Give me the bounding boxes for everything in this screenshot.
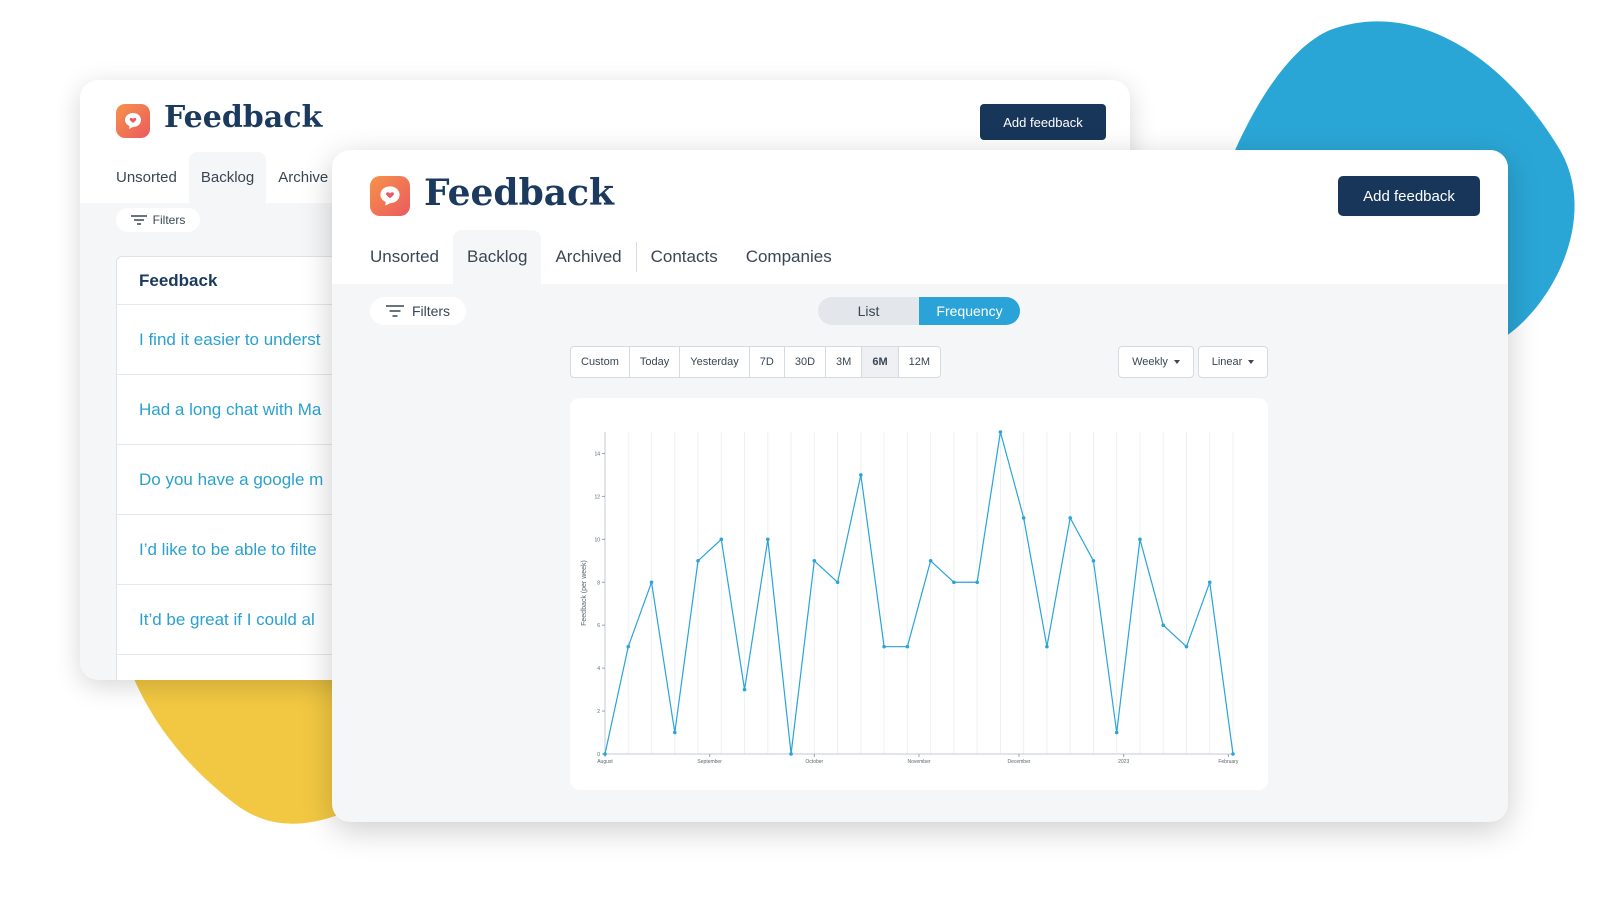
series-line xyxy=(604,431,1234,755)
x-tick-label: October xyxy=(805,759,823,765)
interval-dropdown[interactable]: Weekly xyxy=(1118,346,1194,378)
tab-unsorted[interactable]: Unsorted xyxy=(116,152,189,203)
filters-button[interactable]: Filters xyxy=(116,208,200,232)
x-tick-label: August xyxy=(597,759,613,765)
add-feedback-button[interactable]: Add feedback xyxy=(980,104,1106,140)
range-12m[interactable]: 12M xyxy=(899,347,940,377)
x-tick-label: November xyxy=(907,759,930,765)
feedback-logo-icon xyxy=(116,104,150,138)
range-yesterday[interactable]: Yesterday xyxy=(680,347,750,377)
x-tick-label: September xyxy=(697,759,722,765)
y-tick-label: 12 xyxy=(594,494,600,500)
data-point xyxy=(812,559,817,563)
marketing-stage: Feedback Add feedback Unsorted Backlog A… xyxy=(0,0,1600,900)
range-7d[interactable]: 7D xyxy=(750,347,785,377)
frequency-chart-card: 0 2 4 6 8 10 12 14 August September October Novembe… xyxy=(570,398,1268,790)
data-point xyxy=(742,687,747,692)
tab-unsorted[interactable]: Unsorted xyxy=(370,230,453,284)
filter-icon xyxy=(130,215,147,225)
tab-contacts[interactable]: Contacts xyxy=(637,230,732,284)
data-point xyxy=(952,580,956,585)
data-point xyxy=(835,580,840,585)
tab-backlog[interactable]: Backlog xyxy=(188,152,267,203)
y-tick-label: 2 xyxy=(597,709,600,715)
data-point xyxy=(975,580,979,585)
y-tick-label: 14 xyxy=(594,451,600,457)
add-feedback-button[interactable]: Add feedback xyxy=(1338,176,1480,216)
data-point xyxy=(672,730,677,735)
filters-button[interactable]: Filters xyxy=(370,297,466,325)
y-tick-label: 4 xyxy=(597,666,600,672)
data-point xyxy=(766,537,770,542)
range-today[interactable]: Today xyxy=(630,347,681,377)
front-tabs: Unsorted Backlog Archived Contacts Compa… xyxy=(370,230,846,284)
data-point xyxy=(1091,559,1096,563)
view-frequency-option[interactable]: Frequency xyxy=(919,297,1020,325)
tab-archive[interactable]: Archive xyxy=(266,152,340,203)
view-toggle: List Frequency xyxy=(818,297,1020,325)
feedback-logo-icon xyxy=(370,176,410,216)
data-point xyxy=(626,644,631,649)
data-point xyxy=(928,559,933,563)
y-tick-label: 6 xyxy=(597,623,600,629)
data-point xyxy=(882,644,886,649)
view-list-option[interactable]: List xyxy=(818,297,919,325)
x-tick-label: December xyxy=(1007,759,1030,765)
data-point xyxy=(1021,516,1026,520)
caret-down-icon xyxy=(1248,360,1255,364)
tab-companies[interactable]: Companies xyxy=(732,230,846,284)
y-tick-label: 10 xyxy=(594,537,600,543)
y-tick-label: 0 xyxy=(597,752,600,758)
back-tabs: Unsorted Backlog Archive xyxy=(116,152,340,203)
data-point xyxy=(649,580,654,585)
page-title: Feedback xyxy=(164,100,323,135)
data-point xyxy=(998,430,1003,434)
data-point xyxy=(696,559,700,563)
range-custom[interactable]: Custom xyxy=(571,347,630,377)
interval-value: Weekly xyxy=(1132,356,1168,368)
data-point xyxy=(1114,730,1119,735)
data-point xyxy=(1068,516,1072,520)
tab-backlog[interactable]: Backlog xyxy=(452,230,542,284)
scale-dropdown[interactable]: Linear xyxy=(1198,346,1268,378)
data-point xyxy=(859,473,863,477)
data-point xyxy=(1184,644,1189,649)
data-point xyxy=(1045,644,1049,649)
range-6m[interactable]: 6M xyxy=(862,347,899,377)
y-axis-label: Feedback (per week) xyxy=(581,560,588,626)
x-tick-label: February xyxy=(1218,759,1239,765)
range-3m[interactable]: 3M xyxy=(826,347,863,377)
filters-label: Filters xyxy=(152,213,186,227)
scale-value: Linear xyxy=(1211,356,1243,368)
data-point xyxy=(1161,623,1166,627)
date-range-selector: Custom Today Yesterday 7D 30D 3M 6M 12M xyxy=(570,346,942,378)
filters-label: Filters xyxy=(411,303,451,319)
y-tick-label: 8 xyxy=(597,580,600,586)
filter-icon xyxy=(385,305,404,317)
data-point xyxy=(1207,580,1212,585)
data-point xyxy=(905,644,910,649)
data-point xyxy=(1138,537,1142,542)
front-window: Feedback Add feedback Unsorted Backlog A… xyxy=(332,150,1508,822)
page-title: Feedback xyxy=(424,172,614,214)
x-tick-label: 2023 xyxy=(1118,759,1129,765)
data-point xyxy=(789,752,793,756)
front-window-header: Feedback Add feedback Unsorted Backlog A… xyxy=(332,150,1508,284)
data-point xyxy=(1231,752,1235,756)
caret-down-icon xyxy=(1173,360,1180,364)
frequency-line-chart: 0 2 4 6 8 10 12 14 August September October Novembe… xyxy=(581,430,1239,765)
data-point xyxy=(603,752,607,756)
tab-archived[interactable]: Archived xyxy=(541,230,635,284)
range-30d[interactable]: 30D xyxy=(785,347,827,377)
data-point xyxy=(719,537,724,542)
